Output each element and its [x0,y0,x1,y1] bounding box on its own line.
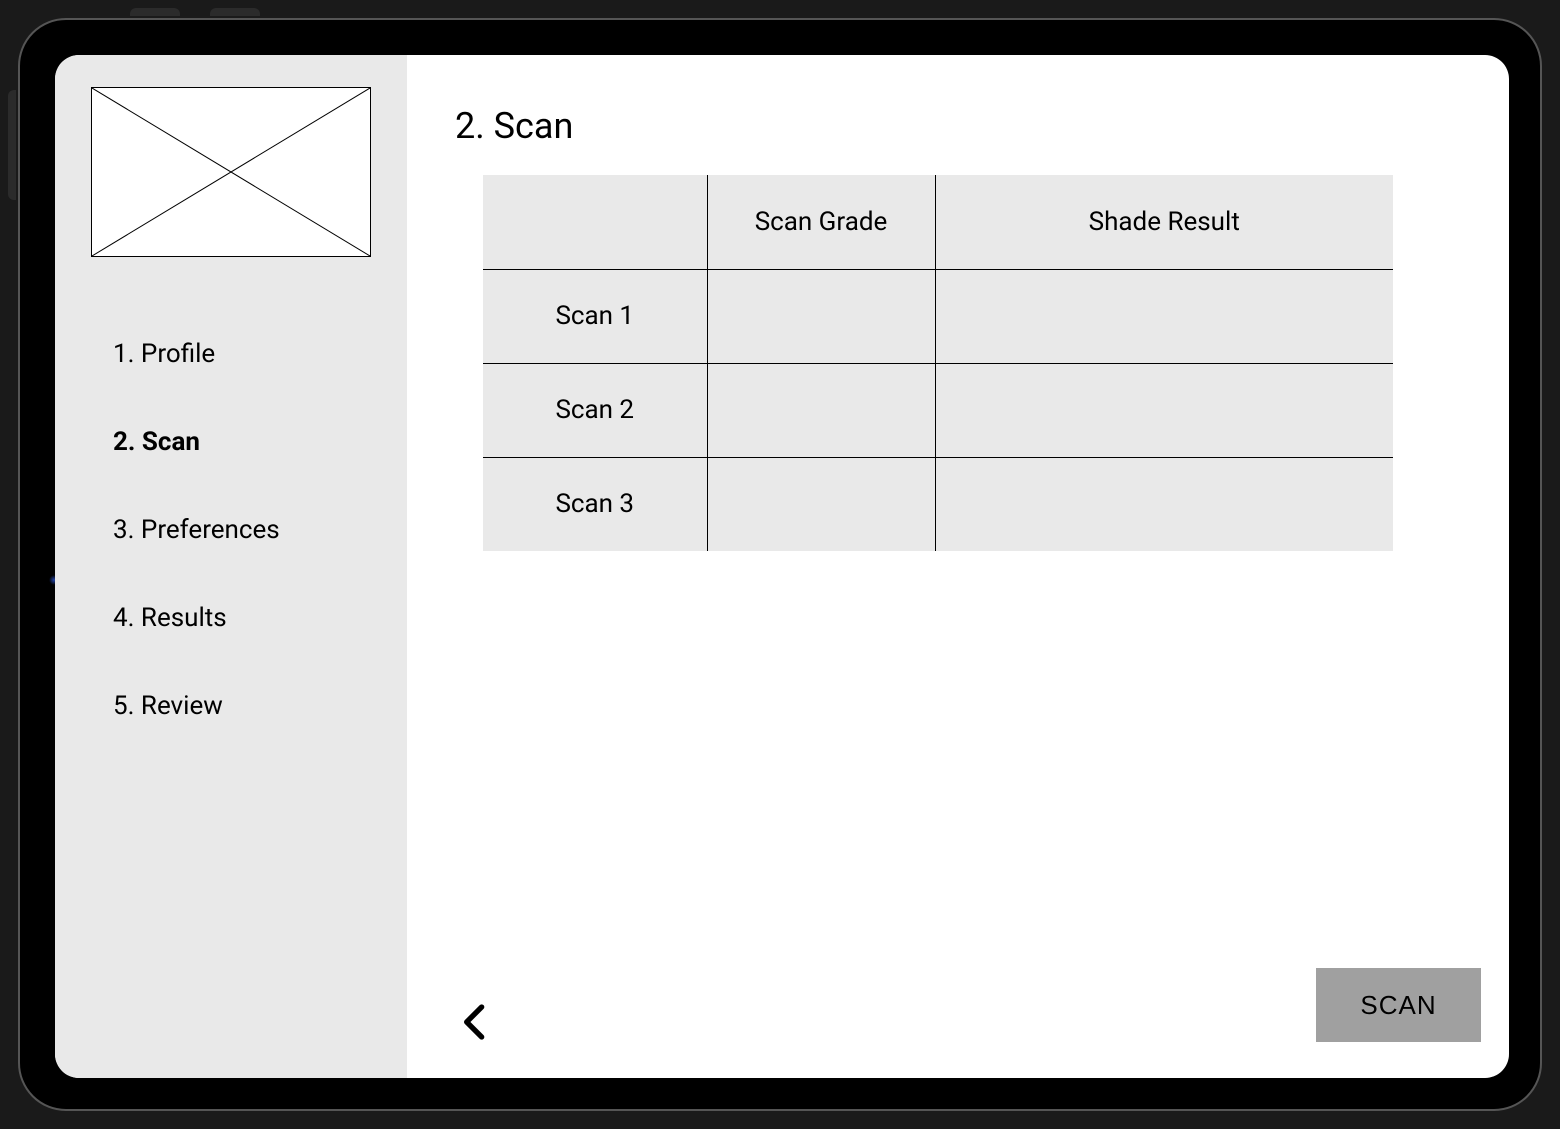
hardware-button-top-2 [210,8,260,16]
hardware-button-top-1 [130,8,180,16]
scan-button-label: SCAN [1360,990,1436,1021]
cell-scan-grade [707,363,935,457]
cell-shade-result [935,363,1393,457]
cell-scan-grade [707,269,935,363]
tablet-frame: 1. Profile 2. Scan 3. Preferences 4. Res… [18,18,1542,1111]
cell-shade-result [935,457,1393,551]
row-label: Scan 2 [483,363,707,457]
nav-item-review[interactable]: 5. Review [79,669,383,743]
scan-table: Scan Grade Shade Result Scan 1 Scan 2 Sc… [483,175,1393,551]
table-header-blank [483,175,707,269]
scan-button[interactable]: SCAN [1316,968,1481,1042]
nav-list: 1. Profile 2. Scan 3. Preferences 4. Res… [79,317,383,743]
nav-item-profile[interactable]: 1. Profile [79,317,383,391]
cell-scan-grade [707,457,935,551]
nav-item-scan[interactable]: 2. Scan [79,405,383,479]
table-row: Scan 2 [483,363,1393,457]
cell-shade-result [935,269,1393,363]
hardware-button-side [8,90,16,200]
chevron-left-icon [455,1002,495,1042]
back-button[interactable] [455,1002,495,1042]
sidebar: 1. Profile 2. Scan 3. Preferences 4. Res… [55,55,407,1078]
table-header-shade-result: Shade Result [935,175,1393,269]
row-label: Scan 3 [483,457,707,551]
table-header-row: Scan Grade Shade Result [483,175,1393,269]
main-content: 2. Scan Scan Grade Shade Result Scan 1 S… [407,55,1509,1078]
table-header-scan-grade: Scan Grade [707,175,935,269]
logo-placeholder [91,87,371,257]
table-row: Scan 1 [483,269,1393,363]
nav-item-preferences[interactable]: 3. Preferences [79,493,383,567]
table-row: Scan 3 [483,457,1393,551]
row-label: Scan 1 [483,269,707,363]
page-title: 2. Scan [455,105,1461,147]
screen: 1. Profile 2. Scan 3. Preferences 4. Res… [55,55,1509,1078]
nav-item-results[interactable]: 4. Results [79,581,383,655]
